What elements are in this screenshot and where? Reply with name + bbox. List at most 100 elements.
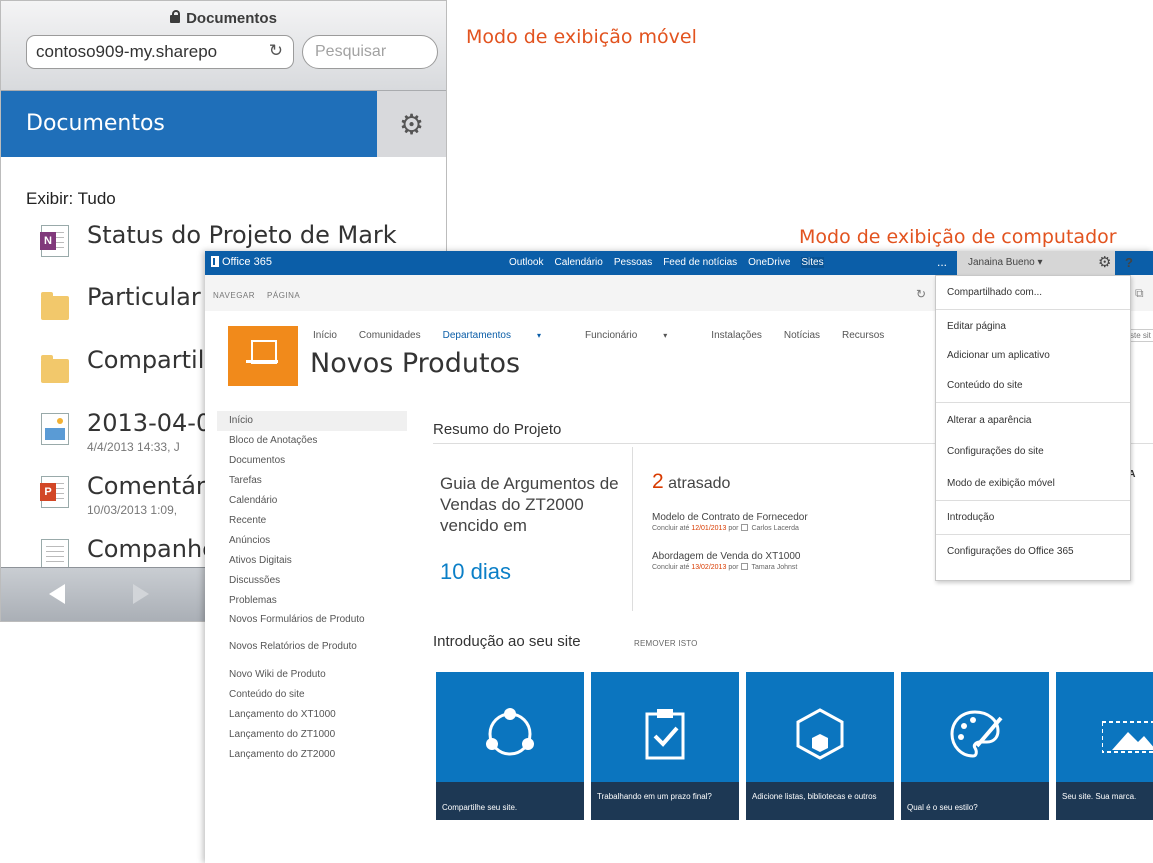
item-meta: 10/03/2013 1:09, — [87, 503, 178, 517]
tile-style[interactable]: Qual é o seu estilo? — [901, 672, 1049, 820]
menu-separator — [936, 309, 1130, 310]
user-menu[interactable]: Janaina Bueno ▾ — [968, 257, 1043, 268]
nav-item[interactable]: Bloco de Anotações — [223, 431, 407, 451]
menu-item-edit-page[interactable]: Editar página — [947, 321, 1006, 332]
task-due-prefix: Concluir até — [652, 564, 690, 571]
gear-icon[interactable]: ⚙ — [1098, 253, 1111, 271]
menu-item-office365-settings[interactable]: Configurações do Office 365 — [947, 546, 1074, 557]
menu-item-mobile-view[interactable]: Modo de exibição móvel — [947, 478, 1055, 489]
powerpoint-icon: P — [40, 476, 69, 508]
quick-launch: Início Bloco de Anotações Documentos Tar… — [217, 411, 407, 765]
nav-item[interactable]: Início — [217, 411, 407, 431]
tile-caption: Compartilhe seu site. — [436, 782, 584, 820]
suite-link-onedrive[interactable]: OneDrive — [748, 257, 790, 268]
browser-search-input[interactable]: Pesquisar — [302, 35, 438, 69]
nav-item[interactable]: Tarefas — [223, 471, 407, 491]
nav-item[interactable]: Ativos Digitais — [223, 551, 407, 571]
suite-brand: Office 365 — [222, 256, 272, 268]
palette-icon — [950, 710, 1003, 758]
suite-link-calendar[interactable]: Calendário — [554, 257, 602, 268]
menu-item-site-contents[interactable]: Conteúdo do site — [947, 380, 1023, 391]
menu-item-add-app[interactable]: Adicionar um aplicativo — [947, 350, 1050, 361]
nav-item[interactable]: Novo Wiki de Produto — [223, 665, 407, 685]
tile-brand[interactable]: Seu site. Sua marca. — [1056, 672, 1153, 820]
task-person: Carlos Lacerda — [751, 525, 799, 532]
suite-link-newsfeed[interactable]: Feed de notícias — [663, 257, 737, 268]
back-arrow-icon[interactable] — [49, 584, 65, 604]
task-item[interactable]: Modelo de Contrato de Fornecedor Conclui… — [652, 512, 808, 532]
late-tasks-heading: 2 atrasado — [652, 470, 730, 494]
topnav-item[interactable]: Recursos — [842, 330, 884, 341]
task-due-date: 13/02/2013 — [691, 564, 727, 571]
settings-button[interactable]: ⚙ — [377, 91, 446, 157]
topnav-item[interactable]: Notícias — [784, 330, 820, 341]
remove-this-link[interactable]: REMOVER ISTO — [634, 639, 698, 648]
suite-link-people[interactable]: Pessoas — [614, 257, 652, 268]
nav-item[interactable]: Problemas — [223, 591, 407, 611]
tile-caption: Adicione listas, bibliotecas e outros — [746, 782, 894, 820]
tile-add-apps[interactable]: Adicione listas, bibliotecas e outros — [746, 672, 894, 820]
menu-item-getting-started[interactable]: Introdução — [947, 512, 994, 523]
image-icon — [41, 413, 69, 445]
sync-icon[interactable]: ↻ — [916, 287, 926, 301]
suite-link-outlook[interactable]: Outlook — [509, 257, 543, 268]
late-label: atrasado — [668, 475, 731, 492]
task-meta: Concluir até 13/02/2013 por Tamara Johnst — [652, 563, 800, 571]
nav-item[interactable]: Novos Formulários de Produto — [223, 611, 393, 638]
page-title: Novos Produtos — [310, 348, 521, 379]
item-meta: 4/4/2013 14:33, J — [87, 440, 180, 454]
chevron-down-icon: ▾ — [1037, 257, 1043, 268]
topnav-item-departamentos[interactable]: Departamentos ▾ — [443, 330, 563, 341]
topnav-item[interactable]: Comunidades — [359, 330, 421, 341]
browser-title: Documentos — [1, 10, 446, 27]
task-by: por — [728, 564, 739, 571]
menu-item-shared-with[interactable]: Compartilhado com... — [947, 287, 1042, 298]
nav-item[interactable]: Lançamento do XT1000 — [223, 705, 407, 725]
tab-pagina[interactable]: PÁGINA — [267, 291, 300, 300]
topnav-item-funcionario[interactable]: Funcionário ▾ — [585, 330, 689, 341]
milestone-text[interactable]: Guia de Argumentos de Vendas do ZT2000 v… — [440, 473, 620, 536]
topnav-item[interactable]: Início — [313, 330, 337, 341]
office-logo-icon — [211, 256, 219, 267]
checkbox[interactable] — [741, 524, 749, 531]
nav-item[interactable]: Recente — [223, 511, 407, 531]
nav-item[interactable]: Conteúdo do site — [223, 685, 407, 705]
office365-logo[interactable]: Office 365 — [211, 256, 272, 268]
nav-item[interactable]: Anúncios — [223, 531, 407, 551]
task-due-prefix: Concluir até — [652, 525, 690, 532]
mobile-header: Documentos ⚙ — [1, 91, 446, 157]
task-due-date: 12/01/2013 — [691, 525, 727, 532]
nav-item[interactable]: Discussões — [223, 571, 407, 591]
menu-item-site-settings[interactable]: Configurações do site — [947, 446, 1044, 457]
site-logo[interactable] — [228, 326, 298, 386]
nav-item[interactable]: Novos Relatórios de Produto — [223, 638, 393, 665]
topnav-item[interactable]: Instalações — [711, 330, 762, 341]
task-title: Modelo de Contrato de Fornecedor — [652, 512, 808, 523]
address-bar[interactable]: contoso909-my.sharepo ↻ — [26, 35, 294, 69]
settings-menu: Compartilhado com... Editar página Adici… — [935, 275, 1131, 581]
more-apps-button[interactable]: ... — [937, 255, 947, 269]
chevron-down-icon: ▾ — [537, 331, 542, 340]
tile-deadline[interactable]: Trabalhando em um prazo final? — [591, 672, 739, 820]
menu-separator — [936, 402, 1130, 403]
help-icon[interactable]: ? — [1125, 255, 1133, 270]
tile-share[interactable]: Compartilhe seu site. — [436, 672, 584, 820]
task-item[interactable]: Abordagem de Venda do XT1000 Concluir at… — [652, 551, 800, 571]
checkbox[interactable] — [741, 563, 749, 570]
folder-icon — [41, 292, 69, 320]
nav-item[interactable]: Lançamento do ZT2000 — [223, 745, 407, 765]
suite-link-sites[interactable]: Sites — [801, 257, 824, 268]
forward-arrow-icon[interactable] — [133, 584, 149, 604]
nav-item[interactable]: Documentos — [223, 451, 407, 471]
reload-icon[interactable]: ↻ — [264, 41, 283, 61]
project-summary-title: Resumo do Projeto — [433, 421, 562, 438]
task-by: por — [728, 525, 739, 532]
focus-icon[interactable]: ⧉ — [1135, 286, 1144, 301]
tab-navegar[interactable]: NAVEGAR — [213, 291, 255, 300]
nav-item[interactable]: Calendário — [223, 491, 407, 511]
nav-item[interactable]: Lançamento do ZT1000 — [223, 725, 407, 745]
view-filter[interactable]: Exibir: Tudo — [26, 189, 116, 209]
divider — [632, 447, 633, 611]
menu-item-change-look[interactable]: Alterar a aparência — [947, 415, 1032, 426]
tile-caption: Seu site. Sua marca. — [1056, 782, 1153, 820]
